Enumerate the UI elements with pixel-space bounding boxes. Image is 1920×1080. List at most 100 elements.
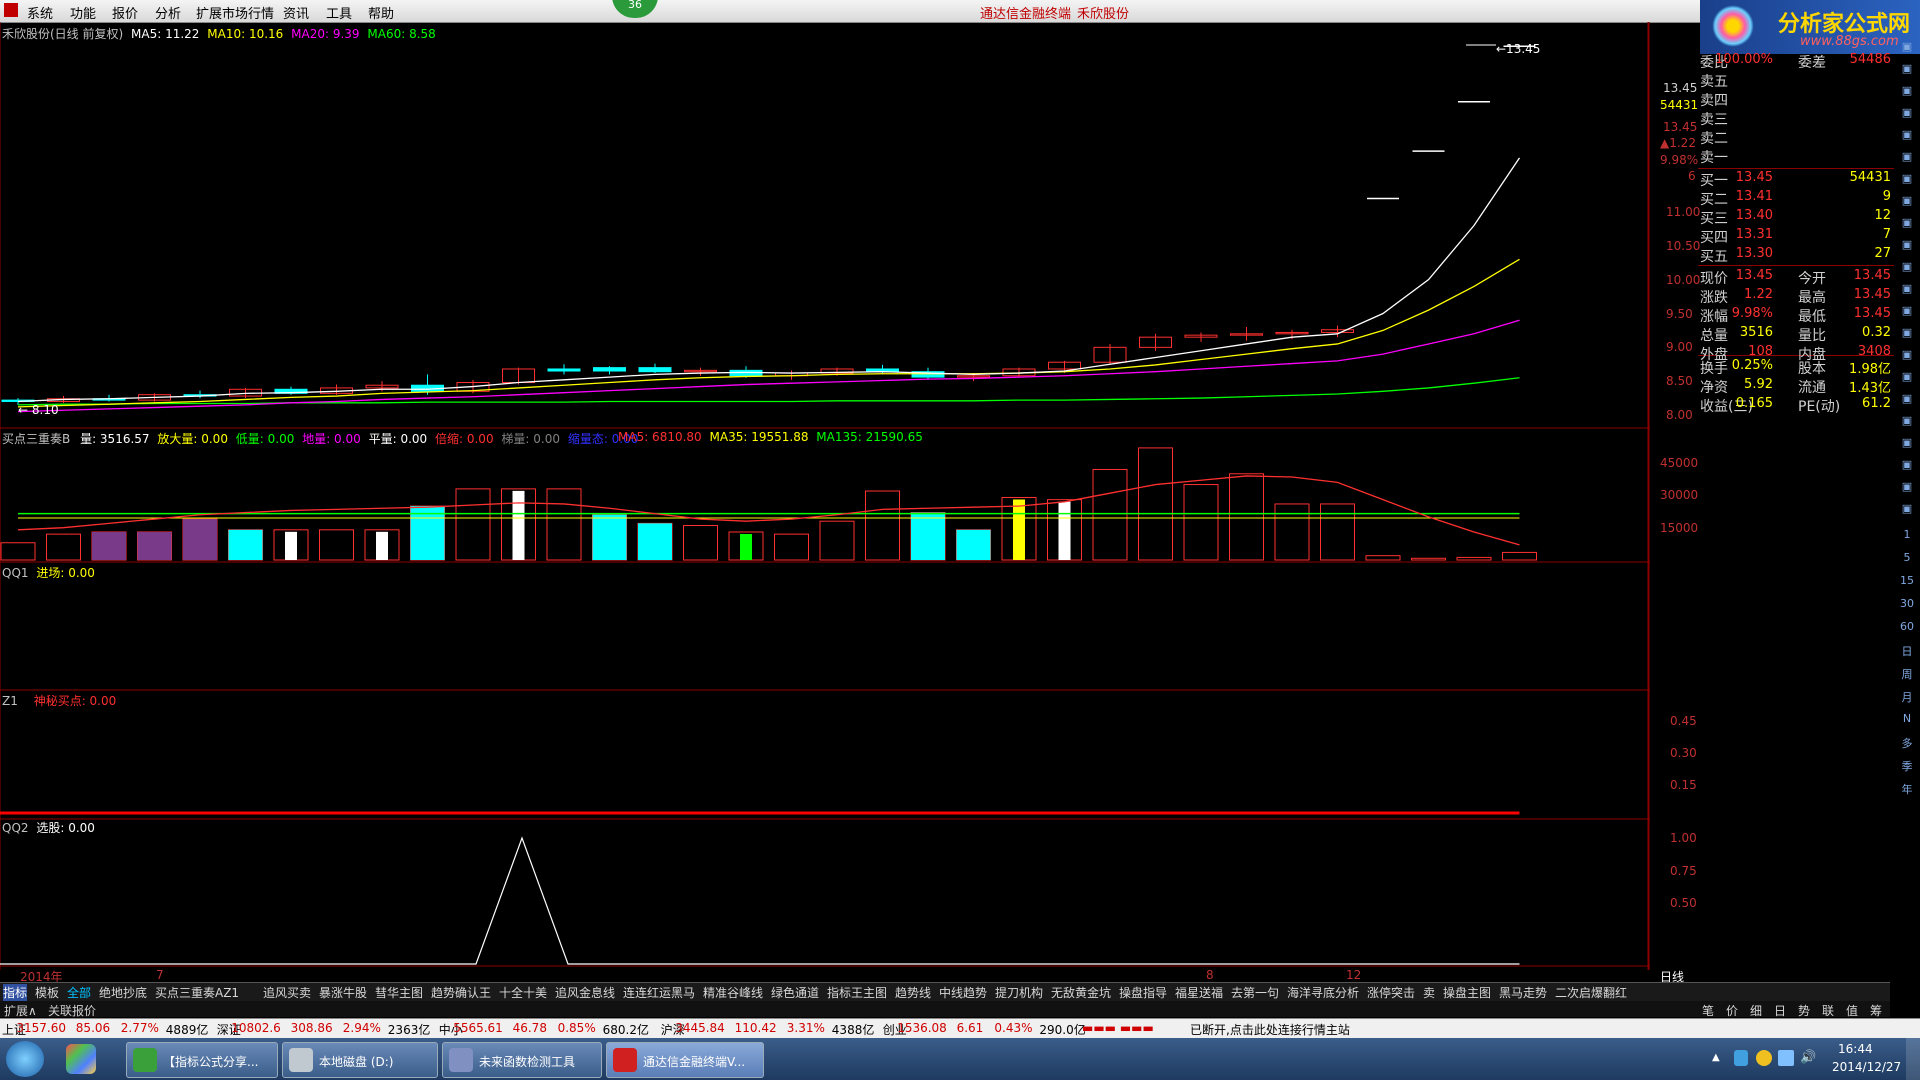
index-hs[interactable]: 3.31% bbox=[787, 1021, 825, 1035]
index-sh[interactable]: 85.06 bbox=[76, 1021, 110, 1035]
indicator-tab[interactable]: 操盘主图 bbox=[1443, 984, 1491, 1001]
start-button[interactable] bbox=[6, 1041, 44, 1077]
indicator-tab[interactable]: 操盘指导 bbox=[1119, 984, 1167, 1001]
task-tdx-terminal[interactable]: 通达信金融终端V... bbox=[606, 1042, 764, 1078]
period-tool-季[interactable]: 季 bbox=[1898, 758, 1916, 774]
tray-volume-icon[interactable]: 🔊 bbox=[1800, 1050, 1816, 1065]
index-hs[interactable]: 110.42 bbox=[735, 1021, 777, 1035]
period-tool-30[interactable]: 30 bbox=[1898, 597, 1916, 613]
toolbar-tool-icon[interactable]: ▣ bbox=[1898, 480, 1916, 496]
indicator-tab[interactable]: 绝地抄底 bbox=[99, 984, 147, 1001]
index-cy[interactable]: 1536.08 bbox=[897, 1021, 947, 1035]
quote-tab[interactable]: 值 bbox=[1846, 1002, 1858, 1019]
index-cy[interactable]: 290.0亿 bbox=[1039, 1021, 1085, 1038]
index-zx[interactable]: 0.85% bbox=[558, 1021, 596, 1035]
quote-tab[interactable]: 笔 bbox=[1702, 1002, 1714, 1019]
index-sh[interactable]: 2.77% bbox=[121, 1021, 159, 1035]
indicator-tab[interactable]: 卖 bbox=[1423, 984, 1435, 1001]
indicator-tab[interactable]: 精准谷峰线 bbox=[703, 984, 763, 1001]
index-zx[interactable]: 46.78 bbox=[513, 1021, 547, 1035]
indicator-tab[interactable]: 追风金息线 bbox=[555, 984, 615, 1001]
indicator-tab[interactable]: 黑马走势 bbox=[1499, 984, 1547, 1001]
indicator-tab[interactable]: 福星送福 bbox=[1175, 984, 1223, 1001]
indicator-tab[interactable]: 彗华主图 bbox=[375, 984, 423, 1001]
index-cy[interactable]: 0.43% bbox=[994, 1021, 1032, 1035]
toolbar-tool-icon[interactable]: ▣ bbox=[1898, 304, 1916, 320]
menu-info[interactable]: 资讯 bbox=[283, 3, 309, 22]
toolbar-tool-icon[interactable]: ▣ bbox=[1898, 150, 1916, 166]
toolbar-tool-icon[interactable]: ▣ bbox=[1898, 106, 1916, 122]
indicator-tab[interactable]: 十全十美 bbox=[499, 984, 547, 1001]
indicator-tab[interactable]: 指标王主图 bbox=[827, 984, 887, 1001]
period-tool-60[interactable]: 60 bbox=[1898, 620, 1916, 636]
indicator-tab[interactable]: 绿色通道 bbox=[771, 984, 819, 1001]
menu-quote[interactable]: 报价 bbox=[112, 3, 138, 22]
period-tool-日[interactable]: 日 bbox=[1898, 643, 1916, 659]
menu-help[interactable]: 帮助 bbox=[368, 3, 394, 22]
index-sz[interactable]: 10802.6 bbox=[231, 1021, 281, 1035]
toolbar-tool-icon[interactable]: ▣ bbox=[1898, 238, 1916, 254]
index-hs[interactable]: 4388亿 bbox=[832, 1021, 875, 1038]
indicator-tab[interactable]: 提刀机构 bbox=[995, 984, 1043, 1001]
toolbar-tool-icon[interactable]: ▣ bbox=[1898, 502, 1916, 518]
period-tool-多[interactable]: 多 bbox=[1898, 735, 1916, 751]
toolbar-tool-icon[interactable]: ▣ bbox=[1898, 128, 1916, 144]
toolbar-tool-icon[interactable]: ▣ bbox=[1898, 414, 1916, 430]
index-zx[interactable]: 5565.61 bbox=[453, 1021, 503, 1035]
quicklaunch-icon[interactable] bbox=[66, 1044, 96, 1074]
period-tool-周[interactable]: 周 bbox=[1898, 666, 1916, 682]
index-zx[interactable]: 680.2亿 bbox=[603, 1021, 649, 1038]
period-tool-15[interactable]: 15 bbox=[1898, 574, 1916, 590]
show-desktop-button[interactable] bbox=[1906, 1038, 1920, 1080]
toolbar-tool-icon[interactable]: ▣ bbox=[1898, 370, 1916, 386]
tray-app-icon[interactable] bbox=[1756, 1050, 1772, 1066]
menu-function[interactable]: 功能 bbox=[70, 3, 96, 22]
period-tool-年[interactable]: 年 bbox=[1898, 781, 1916, 797]
period-tool-N[interactable]: N bbox=[1898, 712, 1916, 728]
toolbar-tool-icon[interactable]: ▣ bbox=[1898, 172, 1916, 188]
indicator-tab[interactable]: 暴涨牛股 bbox=[319, 984, 367, 1001]
task-local-disk[interactable]: 本地磁盘 (D:) bbox=[282, 1042, 438, 1078]
indicator-tab[interactable]: 趋势线 bbox=[895, 984, 931, 1001]
period-tool-1[interactable]: 1 bbox=[1898, 528, 1916, 544]
clock-date[interactable]: 2014/12/27 bbox=[1832, 1060, 1901, 1074]
menu-extended-market[interactable]: 扩展市场行情 bbox=[196, 3, 274, 22]
kline-chart[interactable]: ←13.45 ← 8.10 bbox=[0, 22, 1650, 982]
toolbar-tool-icon[interactable]: ▣ bbox=[1898, 282, 1916, 298]
toolbar-tool-icon[interactable]: ▣ bbox=[1898, 194, 1916, 210]
toolbar-tool-icon[interactable]: ▣ bbox=[1898, 62, 1916, 78]
quote-tab[interactable]: 联 bbox=[1822, 1002, 1834, 1019]
toolbar-tool-icon[interactable]: ▣ bbox=[1898, 326, 1916, 342]
toolbar-tool-icon[interactable]: ▣ bbox=[1898, 40, 1916, 56]
toolbar-tool-icon[interactable]: ▣ bbox=[1898, 348, 1916, 364]
index-sh[interactable]: 3157.60 bbox=[16, 1021, 66, 1035]
menu-tools[interactable]: 工具 bbox=[326, 3, 352, 22]
indicator-tab[interactable]: 海洋寻底分析 bbox=[1287, 984, 1359, 1001]
toolbar-tool-icon[interactable]: ▣ bbox=[1898, 216, 1916, 232]
connection-status-message[interactable]: 已断开,点击此处连接行情主站 bbox=[1190, 1021, 1350, 1038]
tray-network-icon[interactable] bbox=[1778, 1050, 1794, 1066]
indicator-tab[interactable]: 指标 bbox=[3, 984, 28, 1001]
quote-tab[interactable]: 日 bbox=[1774, 1002, 1786, 1019]
indicator-tab[interactable]: 趋势确认王 bbox=[431, 984, 491, 1001]
task-future-func-tool[interactable]: 未来函数检测工具 bbox=[442, 1042, 602, 1078]
period-tool-月[interactable]: 月 bbox=[1898, 689, 1916, 705]
toolbar-tool-icon[interactable]: ▣ bbox=[1898, 458, 1916, 474]
indicator-tab[interactable]: 全部 bbox=[67, 984, 91, 1001]
indicator-tab[interactable]: 中线趋势 bbox=[939, 984, 987, 1001]
index-hs[interactable]: 3445.84 bbox=[675, 1021, 725, 1035]
tab-extend[interactable]: 扩展∧ bbox=[4, 1002, 37, 1019]
index-cy[interactable]: 6.61 bbox=[957, 1021, 984, 1035]
indicator-tab[interactable]: 连连红运黑马 bbox=[623, 984, 695, 1001]
menu-analysis[interactable]: 分析 bbox=[155, 3, 181, 22]
index-sz[interactable]: 308.86 bbox=[291, 1021, 333, 1035]
tab-related-quote[interactable]: 关联报价 bbox=[48, 1002, 96, 1019]
indicator-tab[interactable]: 模板 bbox=[35, 984, 59, 1001]
menu-system[interactable]: 系统 bbox=[27, 3, 53, 22]
toolbar-tool-icon[interactable]: ▣ bbox=[1898, 436, 1916, 452]
task-indicator-share[interactable]: 【指标公式分享... bbox=[126, 1042, 278, 1078]
period-tool-5[interactable]: 5 bbox=[1898, 551, 1916, 567]
toolbar-tool-icon[interactable]: ▣ bbox=[1898, 84, 1916, 100]
index-sh[interactable]: 4889亿 bbox=[166, 1021, 209, 1038]
indicator-tab[interactable]: 追风买卖 bbox=[263, 984, 311, 1001]
